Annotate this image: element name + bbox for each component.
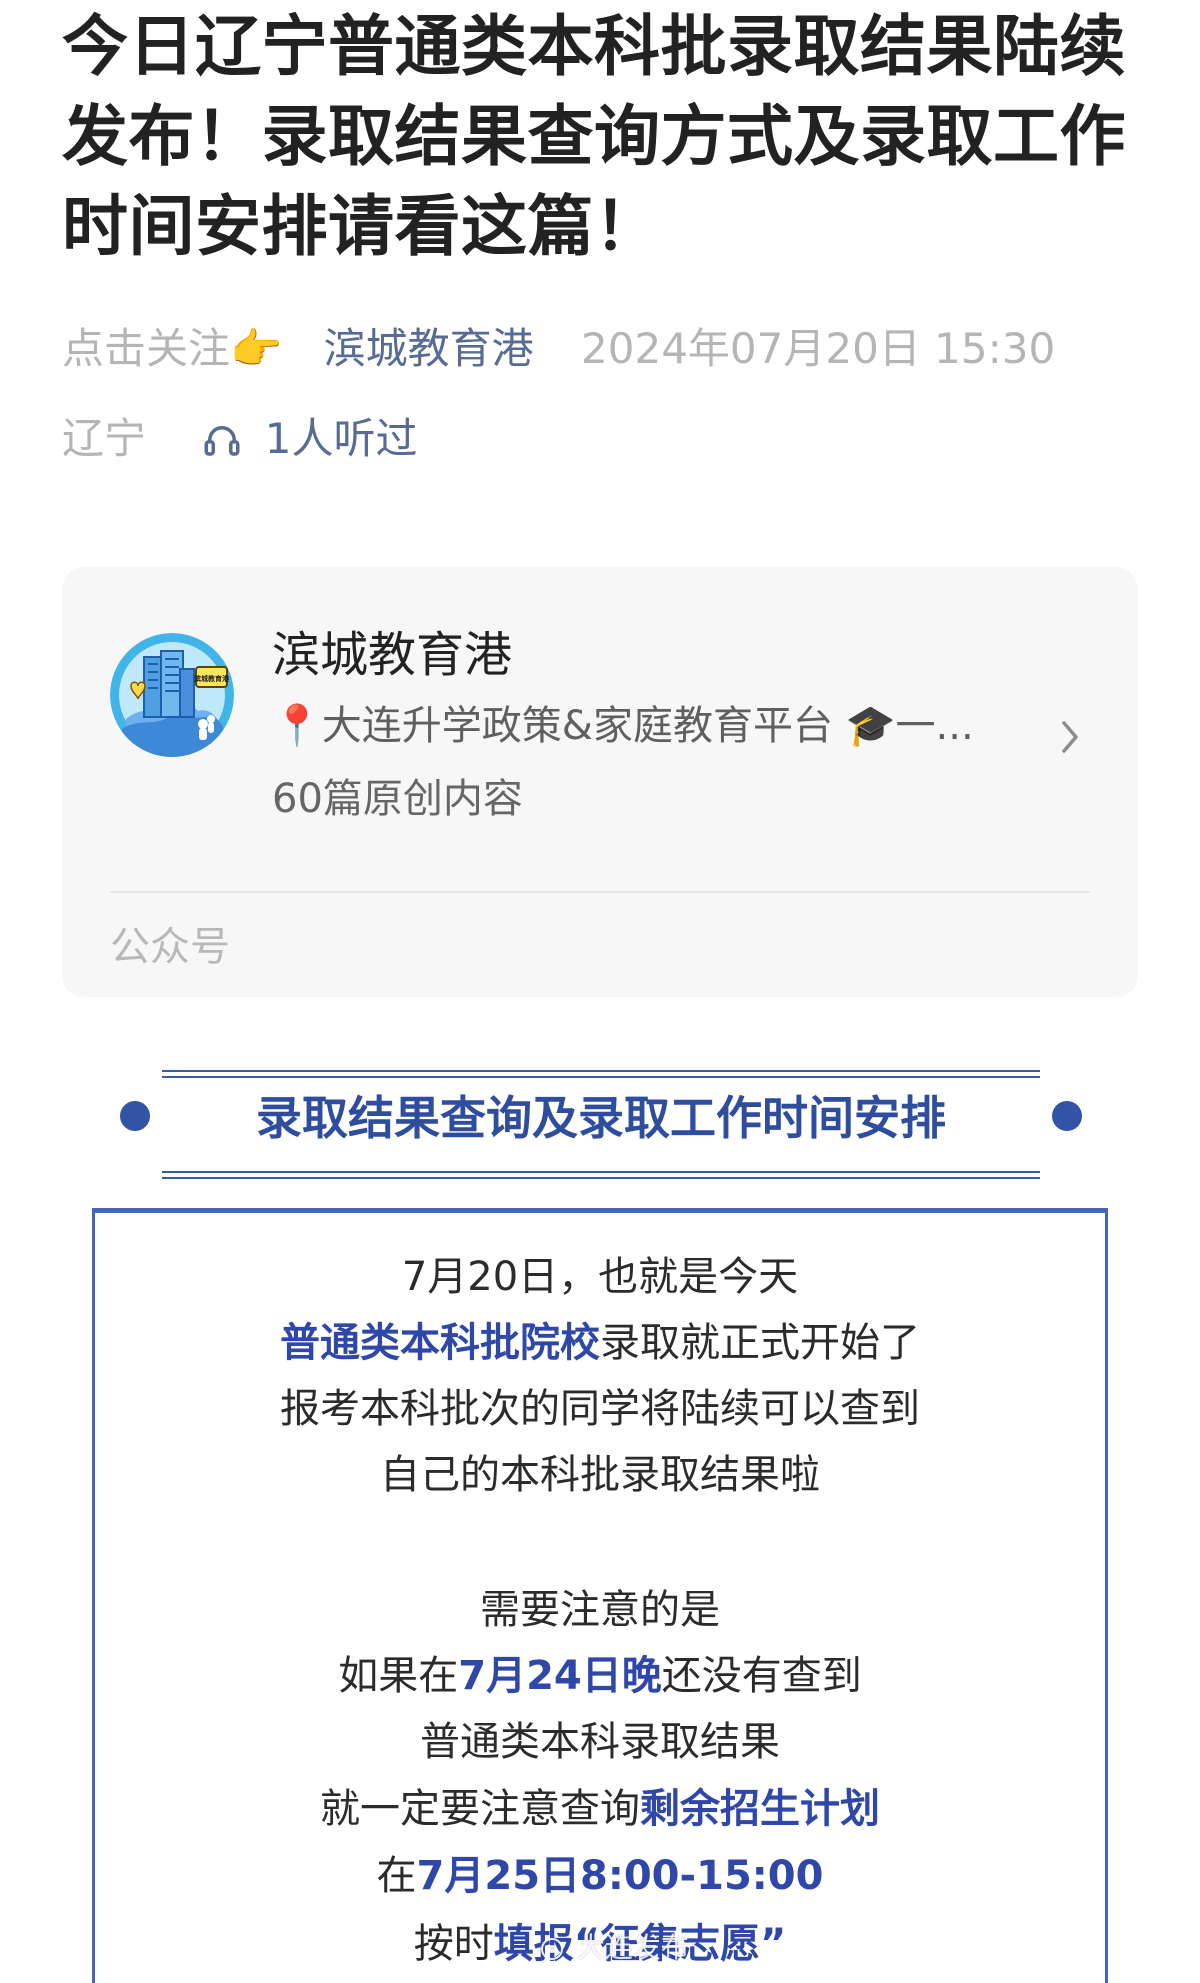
listen-count: 1人听过	[264, 414, 418, 463]
notice-line-text: 自己的本科批录取结果啦	[380, 1452, 820, 1498]
notice-line-text: 按时	[413, 1921, 494, 1967]
watermark-logo-icon	[541, 1938, 563, 1960]
notice-line-text: 7月20日，也就是今天	[401, 1254, 799, 1300]
account-link[interactable]: 滨城教育港	[324, 324, 534, 373]
follow-prompt[interactable]: 点击关注👉	[62, 324, 282, 373]
card-account-description: 📍大连升学政策&家庭教育平台 🎓一...	[272, 703, 974, 749]
notice-line-text: 普通类本科录取结果	[420, 1719, 780, 1765]
notice-line: 需要注意的是	[92, 1582, 1108, 1638]
watermark: 大连发布	[540, 1931, 689, 1965]
notice-line: 在7月25日8:00-15:00	[92, 1848, 1108, 1904]
notice-line-text: 录取就正式开始了	[600, 1320, 920, 1366]
section-bullet-right	[1052, 1101, 1082, 1131]
notice-highlight-text: 7月25日8:00-15:00	[416, 1853, 824, 1899]
notice-line: 普通类本科批院校录取就正式开始了	[92, 1315, 1108, 1371]
card-divider	[110, 891, 1090, 893]
card-type-label: 公众号	[110, 924, 230, 970]
chevron-right-icon	[1062, 721, 1078, 753]
article-title: 今日辽宁普通类本科批录取结果陆续发布！录取结果查询方式及录取工作时间安排请看这篇…	[62, 8, 1126, 265]
article-meta-row-secondary: 辽宁 1人听过	[62, 411, 417, 467]
notice-line: 就一定要注意查询剩余招生计划	[92, 1781, 1108, 1837]
notice-highlight-text: 普通类本科批院校	[280, 1320, 600, 1366]
notice-line: 自己的本科批录取结果啦	[92, 1447, 1108, 1503]
card-article-count: 60篇原创内容	[272, 776, 523, 822]
account-card[interactable]: 滨城教育港 滨城教育港 📍大连升学政策&家庭教育平台 🎓一... 60篇原创内容…	[62, 567, 1138, 997]
section-heading: 录取结果查询及录取工作时间安排	[256, 1091, 946, 1145]
publish-time: 2024年07月20日 15:30	[581, 324, 1056, 373]
avatar-badge-text: 滨城教育港	[194, 674, 230, 683]
notice-line: 普通类本科录取结果	[92, 1714, 1108, 1770]
article-meta-row: 点击关注👉 滨城教育港 2024年07月20日 15:30	[62, 321, 1055, 377]
notice-line-text: 在	[376, 1853, 417, 1899]
location-label: 辽宁	[62, 414, 147, 463]
notice-line-text: 需要注意的是	[480, 1587, 720, 1633]
section-bullet-left	[120, 1101, 150, 1131]
account-avatar: 滨城教育港	[110, 633, 234, 757]
notice-line: 7月20日，也就是今天	[92, 1249, 1108, 1305]
notice-line-text: 报考本科批次的同学将陆续可以查到	[280, 1386, 920, 1432]
section-rule-top	[162, 1070, 1040, 1078]
notice-highlight-text: 7月24日晚	[458, 1653, 662, 1699]
notice-highlight-text: 剩余招生计划	[640, 1786, 880, 1832]
notice-line: 报考本科批次的同学将陆续可以查到	[92, 1381, 1108, 1437]
notice-line-text: 就一定要注意查询	[320, 1786, 640, 1832]
notice-line-text: 还没有查到	[661, 1653, 862, 1699]
notice-line: 如果在7月24日晚还没有查到	[92, 1648, 1108, 1704]
listen-count-link[interactable]: 1人听过	[201, 414, 417, 463]
headphones-icon	[204, 426, 240, 456]
notice-line-text: 如果在	[338, 1653, 459, 1699]
section-rule-bottom	[162, 1171, 1040, 1179]
card-account-name: 滨城教育港	[272, 627, 513, 683]
article-page: 今日辽宁普通类本科批录取结果陆续发布！录取结果查询方式及录取工作时间安排请看这篇…	[0, 0, 1200, 1983]
watermark-text: 大连发布	[576, 1931, 689, 1964]
